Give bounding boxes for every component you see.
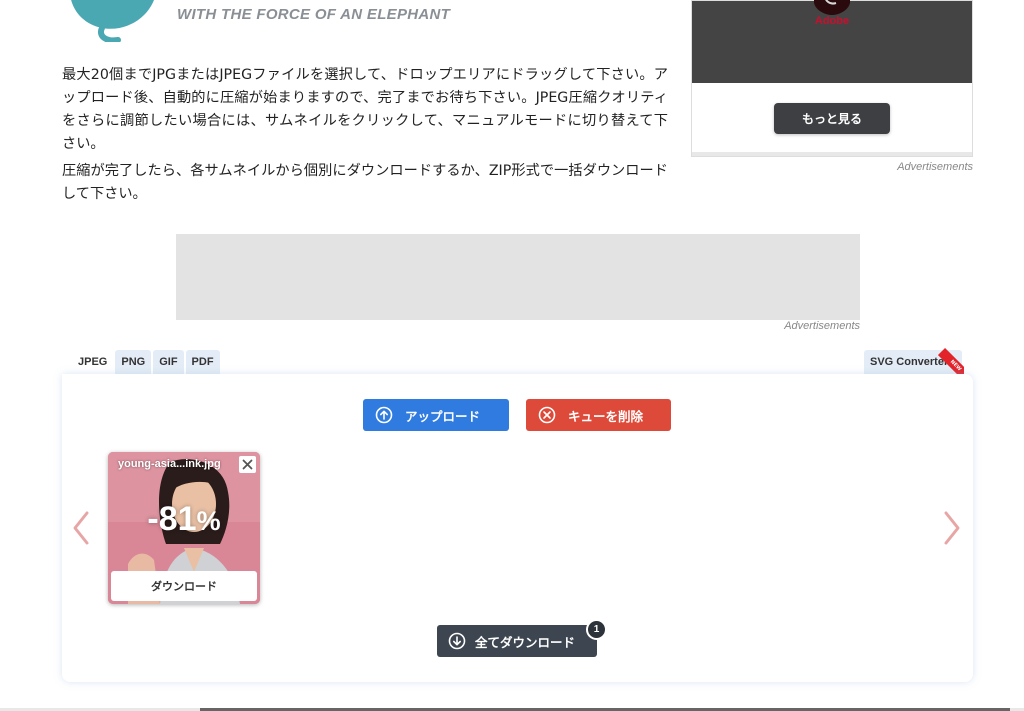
download-all-button[interactable]: 全てダウンロード — [437, 625, 597, 657]
upload-button[interactable]: アップロード — [363, 399, 509, 431]
format-tabs: JPEG PNG GIF PDF — [72, 350, 220, 374]
compression-value: -81 — [147, 500, 197, 538]
new-badge-label: NEW — [938, 348, 964, 374]
file-thumbnail[interactable]: young-asia...ink.jpg -81% ダウンロード — [108, 452, 260, 604]
clear-queue-button[interactable]: キューを削除 — [526, 399, 671, 431]
ad-divider — [692, 152, 972, 156]
arrow-up-circle-icon — [375, 406, 393, 424]
upload-button-label: アップロード — [405, 408, 481, 424]
file-count-badge: 1 — [586, 619, 607, 640]
tab-png[interactable]: PNG — [115, 350, 152, 374]
ad-brand: Adobe — [814, 15, 850, 27]
ad-label: Advertisements — [784, 320, 860, 332]
tab-jpeg[interactable]: JPEG — [72, 350, 114, 374]
chevron-left-icon[interactable] — [70, 510, 92, 546]
ad-banner-right[interactable]: Adobe もっと見る — [691, 0, 973, 157]
file-name: young-asia...ink.jpg — [118, 458, 221, 470]
x-circle-icon — [538, 406, 556, 424]
brand-tagline: WITH THE FORCE OF AN ELEPHANT — [177, 6, 451, 23]
compressor-panel: アップロード キューを削除 young-asia...ink.jpg -81% … — [62, 374, 973, 682]
arrow-down-circle-icon — [448, 632, 466, 650]
ad-banner-middle[interactable] — [176, 234, 860, 320]
new-badge: NEW — [938, 348, 964, 374]
intro-text: 最大20個までJPGまたはJPEGファイルを選択して、ドロップエリアにドラッグし… — [62, 64, 668, 210]
compression-ratio: -81% — [108, 500, 260, 539]
tab-gif[interactable]: GIF — [153, 350, 184, 374]
ad-more-button[interactable]: もっと見る — [774, 103, 890, 134]
chevron-right-icon[interactable] — [941, 510, 963, 546]
file-download-button[interactable]: ダウンロード — [111, 571, 257, 601]
intro-paragraph: 圧縮が完了したら、各サムネイルから個別にダウンロードするか、ZIP形式で一括ダウ… — [62, 163, 668, 202]
percent-sign: % — [196, 506, 221, 536]
ad-image: Adobe — [692, 0, 972, 83]
ad-label: Advertisements — [897, 161, 973, 173]
intro-paragraph: 最大20個までJPGまたはJPEGファイルを選択して、ドロップエリアにドラッグし… — [62, 67, 668, 152]
download-all-label: 全てダウンロード — [475, 634, 576, 650]
close-icon — [242, 459, 253, 470]
tab-pdf[interactable]: PDF — [185, 350, 220, 374]
page: WITH THE FORCE OF AN ELEPHANT 最大20個までJPG… — [0, 0, 1024, 711]
elephant-logo-icon — [71, 0, 154, 42]
remove-file-button[interactable] — [239, 456, 256, 473]
clear-queue-button-label: キューを削除 — [568, 408, 644, 424]
